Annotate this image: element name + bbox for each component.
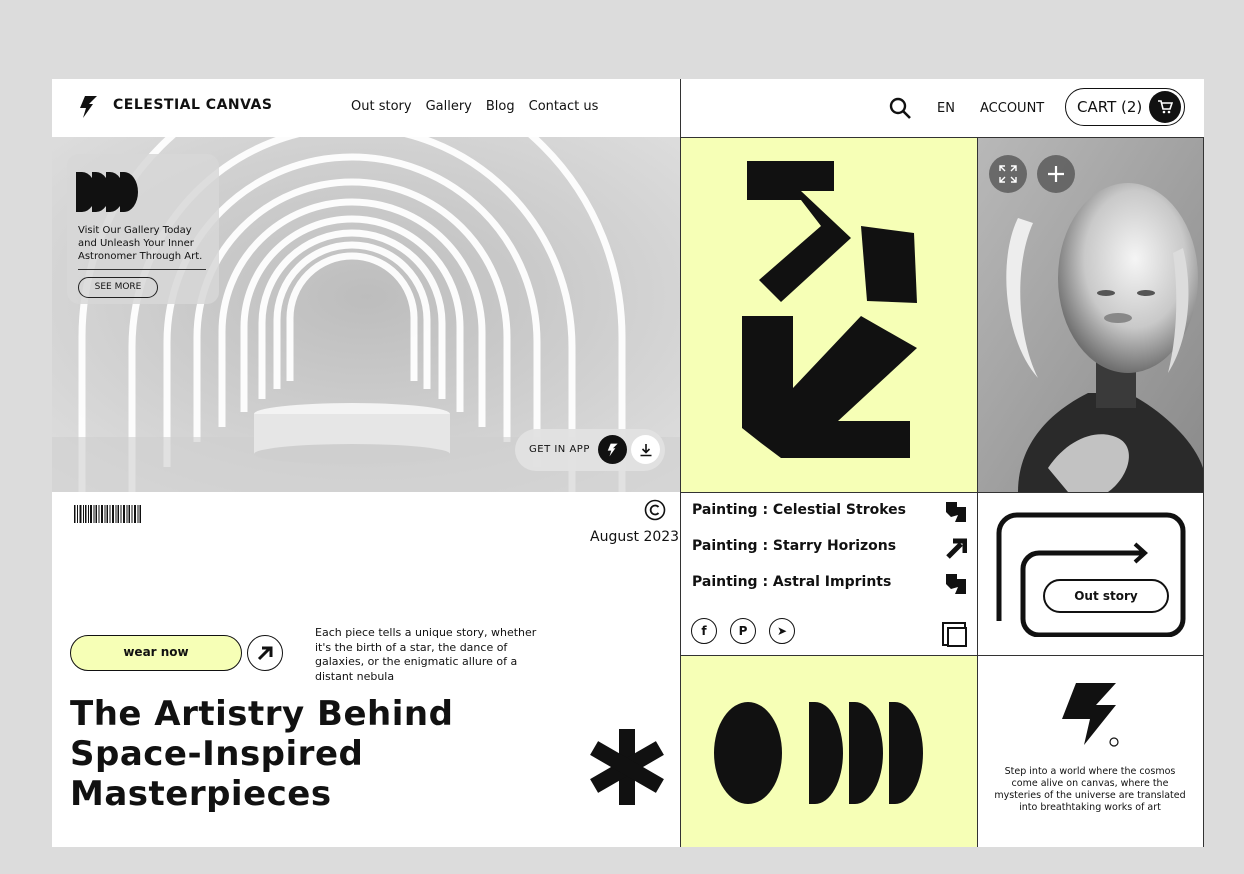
painting-arrow-icon[interactable] (945, 501, 967, 523)
half-circles-icon (76, 172, 138, 212)
barcode-icon (74, 505, 141, 523)
title-line-3: Masterpieces (70, 774, 332, 814)
divider (680, 492, 1204, 493)
logo-icon[interactable] (77, 95, 101, 119)
pinterest-icon[interactable]: P (730, 618, 756, 644)
expand-icon[interactable] (989, 155, 1027, 193)
brand-logo-icon (1062, 683, 1119, 747)
divider (78, 269, 206, 270)
telegram-icon[interactable]: ➤ (769, 618, 795, 644)
nav-out-story[interactable]: Out story (351, 99, 412, 114)
description-text: Each piece tells a unique story, whether… (315, 626, 537, 683)
promo-text: Visit Our Gallery Today and Unleash Your… (78, 225, 203, 262)
stack-icon[interactable] (942, 622, 968, 648)
nav-blog[interactable]: Blog (486, 99, 515, 114)
story-path-graphic (996, 512, 1186, 637)
painting-link-1[interactable]: Painting : Celestial Strokes (692, 502, 906, 518)
hero-image: Visit Our Gallery Today and Unleash Your… (52, 137, 680, 492)
asterisk-icon (590, 729, 664, 805)
title-line-1: The Artistry Behind (70, 694, 454, 734)
brand-name[interactable]: CELESTIAL CANVAS (113, 97, 272, 113)
account-link[interactable]: ACCOUNT (980, 101, 1044, 116)
nav-gallery[interactable]: Gallery (426, 99, 472, 114)
plus-icon[interactable] (1037, 155, 1075, 193)
circles-art-panel (681, 656, 977, 847)
date-label: August 2023 (590, 529, 680, 545)
nav-contact[interactable]: Contact us (529, 99, 599, 114)
see-more-button[interactable]: SEE MORE (78, 277, 158, 298)
wear-now-button[interactable]: wear now (70, 635, 242, 671)
app-logo-icon[interactable] (598, 435, 627, 464)
cart-button[interactable]: CART (2) (1065, 88, 1185, 126)
footer-text: Step into a world where the cosmos come … (994, 766, 1186, 813)
copyright-icon (644, 499, 666, 521)
abstract-shapes (742, 161, 917, 458)
page-title: The Artistry Behind Space-Inspired Maste… (70, 694, 590, 814)
language-selector[interactable]: EN (937, 101, 955, 116)
download-icon[interactable] (631, 435, 660, 464)
search-icon[interactable] (888, 96, 912, 120)
painting-arrow-icon[interactable] (945, 573, 967, 595)
get-in-app-label: GET IN APP (529, 444, 590, 455)
sculpture-image (978, 138, 1203, 492)
arrow-up-right-icon[interactable] (945, 537, 967, 559)
facebook-icon[interactable]: f (691, 618, 717, 644)
promo-card: Visit Our Gallery Today and Unleash Your… (67, 154, 219, 304)
title-line-2: Space-Inspired (70, 734, 364, 774)
arrow-button[interactable] (247, 635, 283, 671)
our-story-button[interactable]: Out story (1043, 579, 1169, 613)
cart-icon (1149, 91, 1181, 123)
arrow-up-right-icon (257, 646, 273, 661)
abstract-art-panel (681, 138, 977, 492)
page: CELESTIAL CANVAS Out story Gallery Blog … (52, 79, 1204, 847)
main-nav: Out story Gallery Blog Contact us (351, 99, 598, 114)
cart-label: CART (2) (1077, 98, 1143, 116)
painting-link-3[interactable]: Painting : Astral Imprints (692, 574, 891, 590)
get-in-app-button[interactable]: GET IN APP (515, 429, 665, 471)
painting-link-2[interactable]: Painting : Starry Horizons (692, 538, 896, 554)
circles-shapes (714, 702, 923, 804)
